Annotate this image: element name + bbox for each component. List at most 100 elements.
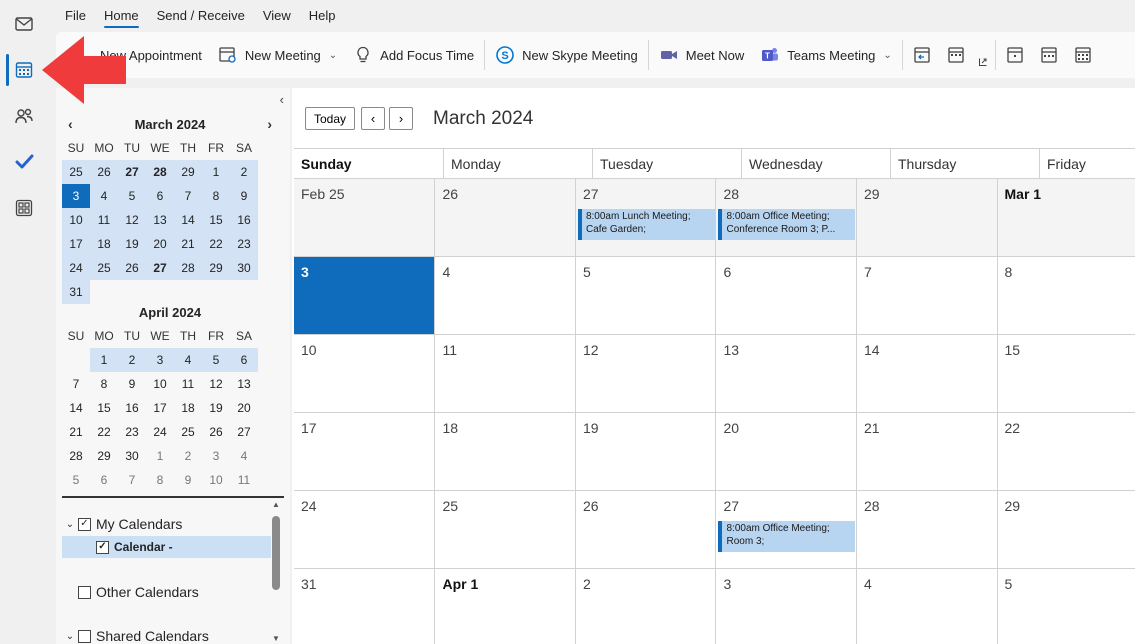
- mini-cal-day[interactable]: 11: [174, 372, 202, 396]
- day-cell[interactable]: 5: [574, 256, 716, 334]
- mini-cal-day[interactable]: 13: [146, 208, 174, 232]
- work-week-view-icon[interactable]: [939, 39, 973, 71]
- mini-cal-day[interactable]: 4: [174, 348, 202, 372]
- mini-cal-day[interactable]: 11: [90, 208, 118, 232]
- mini-cal-day[interactable]: 21: [174, 232, 202, 256]
- mini-cal-day[interactable]: 10: [202, 468, 230, 492]
- day-cell[interactable]: 10: [294, 334, 435, 412]
- mini-cal-day[interactable]: 22: [90, 420, 118, 444]
- day-cell[interactable]: 28 8:00am Office Meeting; Conference Room…: [715, 178, 856, 256]
- prev-month-button[interactable]: ‹: [361, 107, 385, 130]
- my-calendars-checkbox[interactable]: ✓: [78, 517, 91, 531]
- mini-cal-day[interactable]: 26: [90, 160, 118, 184]
- mini-cal-day[interactable]: 18: [90, 232, 118, 256]
- mini-cal-day[interactable]: 28: [174, 256, 202, 280]
- mini-cal-day[interactable]: 17: [146, 396, 174, 420]
- mini-cal-day[interactable]: 9: [118, 372, 146, 396]
- mini-cal-day[interactable]: 7: [62, 372, 90, 396]
- mini-cal-day[interactable]: 23: [230, 232, 258, 256]
- day-cell[interactable]: 25: [434, 490, 575, 568]
- mini-cal-day[interactable]: 3: [202, 444, 230, 468]
- todo-check-icon[interactable]: [8, 146, 40, 178]
- mini-cal-day[interactable]: 27: [146, 256, 174, 280]
- mini-cal-day[interactable]: 2: [230, 160, 258, 184]
- mini-cal-day[interactable]: 13: [230, 372, 258, 396]
- mini-cal-day[interactable]: 19: [202, 396, 230, 420]
- teams-meeting-button[interactable]: T Teams Meeting ⌄: [752, 39, 900, 71]
- mini-cal-day[interactable]: 6: [230, 348, 258, 372]
- day-cell[interactable]: 29: [996, 490, 1135, 568]
- day-cell[interactable]: 27 8:00am Lunch Meeting; Cafe Garden;: [574, 178, 716, 256]
- calendar-event[interactable]: 8:00am Office Meeting; Conference Room 3…: [718, 209, 856, 240]
- day-cell[interactable]: 17: [294, 412, 435, 490]
- today-button[interactable]: Today: [305, 107, 355, 130]
- month-icon[interactable]: [1066, 39, 1100, 71]
- day-cell[interactable]: 7: [856, 256, 997, 334]
- mini-cal-day[interactable]: 19: [118, 232, 146, 256]
- meet-now-button[interactable]: Meet Now: [651, 39, 753, 71]
- mini-cal-day[interactable]: 8: [90, 372, 118, 396]
- new-meeting-button[interactable]: New Meeting ⌄: [210, 39, 345, 71]
- mini-cal-day[interactable]: 5: [202, 348, 230, 372]
- mini-cal-day[interactable]: 30: [230, 256, 258, 280]
- day-cell[interactable]: 31: [294, 568, 435, 644]
- mini-cal-day[interactable]: 7: [174, 184, 202, 208]
- mini-cal-day[interactable]: 6: [90, 468, 118, 492]
- mini-cal-day[interactable]: 28: [62, 444, 90, 468]
- mini-cal-day[interactable]: 3: [146, 348, 174, 372]
- mini-cal-day[interactable]: 4: [90, 184, 118, 208]
- mini-cal-day[interactable]: 15: [202, 208, 230, 232]
- mini-cal-day[interactable]: 5: [118, 184, 146, 208]
- menu-home[interactable]: Home: [95, 0, 148, 32]
- chevron-down-icon[interactable]: ⌄: [62, 631, 78, 642]
- scroll-down-icon[interactable]: ▼: [272, 634, 280, 643]
- day-cell[interactable]: 28: [856, 490, 997, 568]
- day-cell[interactable]: 29: [856, 178, 997, 256]
- calendar-event[interactable]: 8:00am Lunch Meeting; Cafe Garden;: [577, 209, 715, 240]
- mini-cal-day[interactable]: 14: [174, 208, 202, 232]
- mini-cal-day[interactable]: 20: [146, 232, 174, 256]
- mini-cal-day[interactable]: 17: [62, 232, 90, 256]
- mini-cal-day[interactable]: 16: [230, 208, 258, 232]
- day-cell[interactable]: Mar 1: [996, 178, 1135, 256]
- mini-cal-day[interactable]: 8: [202, 184, 230, 208]
- menu-help[interactable]: Help: [300, 0, 345, 32]
- next-month-button[interactable]: ›: [389, 107, 413, 130]
- chevron-down-icon[interactable]: ⌄: [329, 50, 337, 61]
- mini-cal-day[interactable]: 4: [230, 444, 258, 468]
- add-focus-time-button[interactable]: Add Focus Time: [345, 39, 482, 71]
- calendar-event[interactable]: 8:00am Office Meeting; Room 3;: [718, 521, 856, 552]
- mail-icon[interactable]: [8, 8, 40, 40]
- mini-cal-day[interactable]: 9: [174, 468, 202, 492]
- mini-cal-day[interactable]: 28: [146, 160, 174, 184]
- other-calendars-checkbox[interactable]: [78, 585, 91, 599]
- week-icon[interactable]: [1032, 39, 1066, 71]
- mini-cal-day[interactable]: 24: [146, 420, 174, 444]
- folder-scrollbar[interactable]: ▲ ▼: [272, 500, 280, 644]
- day-cell[interactable]: 26: [434, 178, 575, 256]
- mini-cal-next-icon[interactable]: ›: [267, 112, 272, 136]
- mini-cal-day[interactable]: 15: [90, 396, 118, 420]
- day-cell[interactable]: 6: [715, 256, 856, 334]
- mini-cal-day[interactable]: 25: [62, 160, 90, 184]
- mini-cal-day[interactable]: 27: [230, 420, 258, 444]
- mini-cal-day[interactable]: 6: [146, 184, 174, 208]
- mini-cal-day[interactable]: 23: [118, 420, 146, 444]
- menu-view[interactable]: View: [254, 0, 300, 32]
- day-cell[interactable]: 14: [856, 334, 997, 412]
- day-cell[interactable]: 15: [996, 334, 1135, 412]
- mini-cal-day[interactable]: 12: [118, 208, 146, 232]
- day-cell[interactable]: 12: [574, 334, 716, 412]
- apps-icon[interactable]: [8, 192, 40, 224]
- mini-cal-day[interactable]: 29: [90, 444, 118, 468]
- mini-cal-day[interactable]: 1: [146, 444, 174, 468]
- mini-cal-day[interactable]: 12: [202, 372, 230, 396]
- mini-cal-day[interactable]: 1: [202, 160, 230, 184]
- mini-cal-day[interactable]: 25: [90, 256, 118, 280]
- mini-cal-day[interactable]: 14: [62, 396, 90, 420]
- mini-cal-day[interactable]: 26: [202, 420, 230, 444]
- chevron-down-icon[interactable]: ⌄: [62, 519, 78, 530]
- shared-calendars-checkbox[interactable]: [78, 629, 91, 643]
- day-cell[interactable]: 27 8:00am Office Meeting; Room 3;: [715, 490, 856, 568]
- day-cell[interactable]: 4: [434, 256, 575, 334]
